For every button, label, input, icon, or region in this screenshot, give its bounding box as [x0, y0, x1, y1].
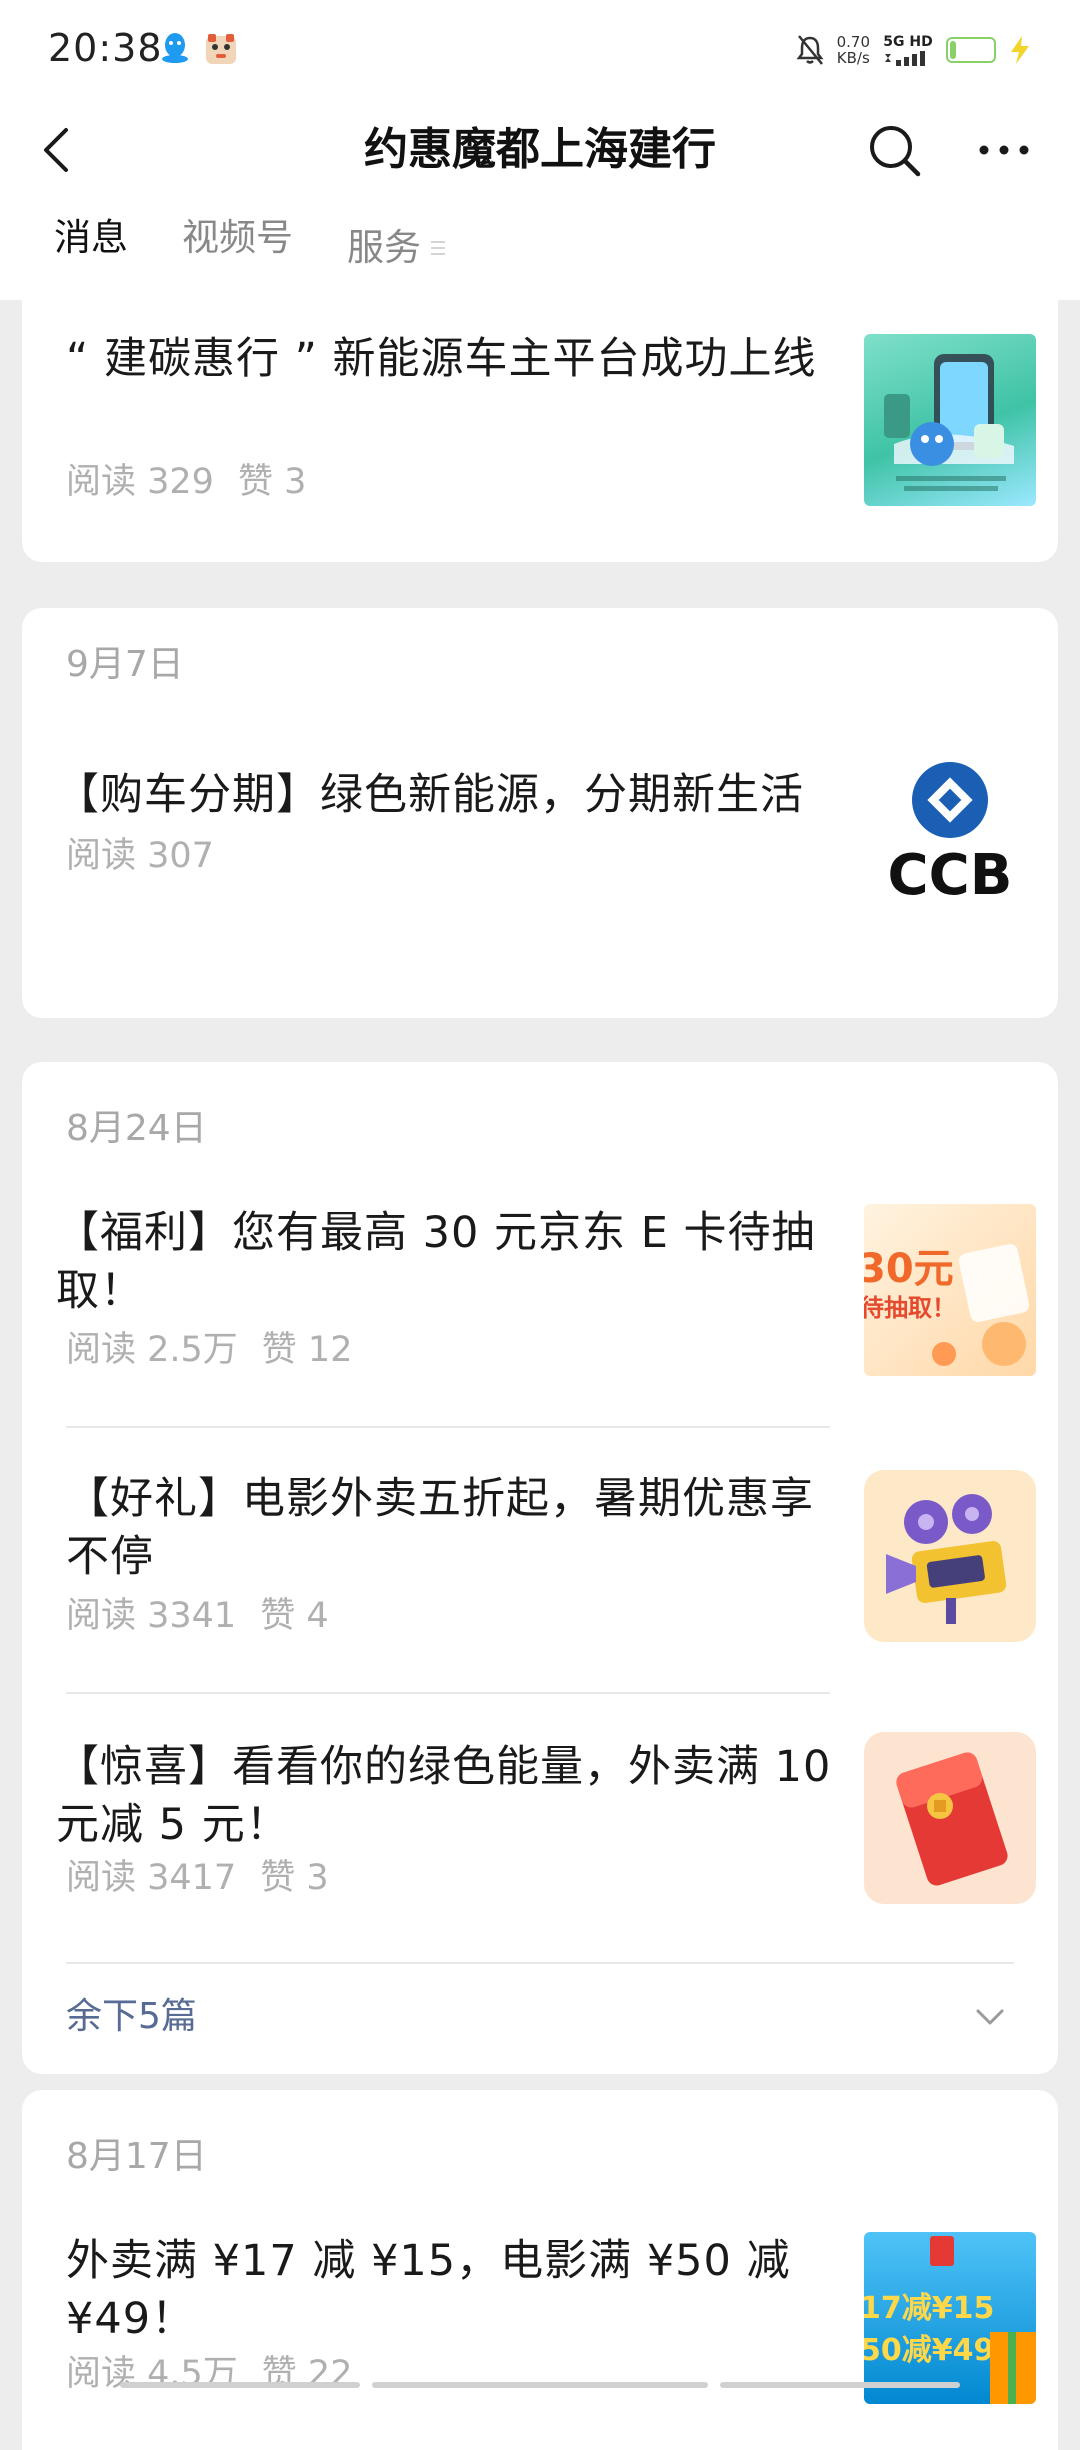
article-item[interactable]: 【好礼】电影外卖五折起，暑期优惠享不停 阅读 3341 赞 4 — [66, 1470, 1058, 1660]
green-car-thumb — [864, 334, 1036, 506]
tab-services-label: 服务 — [347, 226, 421, 269]
net-speed-value: 0.70 — [836, 33, 870, 51]
battery-icon: 14 — [946, 37, 996, 63]
article-card: “ 建碳惠行 ” 新能源车主平台成功上线 阅读 329 赞 3 — [22, 270, 1058, 562]
app-icon — [206, 34, 236, 64]
read-count: 阅读 2.5万 — [66, 1330, 238, 1370]
divider — [66, 1692, 830, 1694]
jd-card-thumb: 30元 待抽取！ — [864, 1204, 1036, 1376]
article-title: 【惊喜】看看你的绿色能量，外卖满 10 元减 5 元！ — [56, 1742, 832, 1850]
net-speed-unit: KB/s — [836, 49, 870, 67]
like-count: 赞 3 — [260, 1858, 329, 1898]
article-meta: 阅读 3341 赞 4 — [66, 1592, 353, 1640]
scroll-indicator — [120, 2382, 360, 2388]
divider — [66, 1426, 830, 1428]
article-meta: 阅读 4.5万赞 22 — [66, 2350, 376, 2398]
card-date: 9月7日 — [66, 644, 184, 685]
search-icon[interactable] — [866, 122, 922, 178]
ccb-logo-text: CCB — [888, 843, 1013, 908]
article-item[interactable]: 外卖满 ¥17 减 ¥15，电影满 ¥50 减 ¥49！ 阅读 4.5万赞 22… — [66, 2232, 1058, 2432]
like-count: 赞 22 — [261, 2354, 353, 2394]
net-speed: 0.70 KB/s — [837, 34, 870, 66]
article-title: 外卖满 ¥17 减 ¥15，电影满 ¥50 减 ¥49！ — [66, 2236, 791, 2344]
coupon-thumb-line-2: 50减¥49 — [864, 2333, 994, 2368]
like-count: 赞 3 — [237, 462, 307, 502]
chevron-down-icon — [976, 2009, 1004, 2025]
article-card: 9月7日 【购车分期】绿色新能源，分期新生活 阅读 307 CCB — [22, 608, 1058, 1018]
jd-thumb-caption: 待抽取！ — [864, 1294, 956, 1322]
read-count: 阅读 4.5万 — [66, 2354, 238, 2394]
read-count: 阅读 3417 — [66, 1858, 237, 1898]
coupon-thumb-line-1: 17减¥15 — [864, 2291, 994, 2326]
qq-icon — [162, 33, 188, 63]
like-count: 赞 12 — [261, 1330, 353, 1370]
projector-thumb — [864, 1470, 1036, 1642]
article-title: 【好礼】电影外卖五折起，暑期优惠享不停 — [66, 1474, 814, 1582]
card-date: 8月17日 — [66, 2136, 207, 2177]
signal-icon: 5G HD — [882, 33, 934, 66]
mute-bell-icon — [796, 35, 824, 65]
more-options-icon[interactable] — [976, 130, 1032, 170]
status-icons: 0.70 KB/s 5G HD 14 — [795, 30, 1032, 70]
article-meta: 阅读 2.5万赞 12 — [66, 1326, 376, 1374]
scroll-indicator — [720, 2382, 960, 2388]
divider — [66, 1962, 1014, 1964]
read-count: 阅读 3341 — [66, 1596, 237, 1636]
article-title: 【福利】您有最高 30 元京东 E 卡待抽取！ — [56, 1208, 816, 1316]
coupon-thumb: 17减¥15 50减¥49 — [864, 2232, 1036, 2404]
like-count: 赞 4 — [260, 1596, 329, 1636]
jd-thumb-amount: 30元 — [864, 1246, 954, 1292]
signal-label: 5G HD — [883, 33, 933, 50]
ccb-logo-thumb: CCB — [864, 746, 1036, 918]
article-card: 8月17日 外卖满 ¥17 减 ¥15，电影满 ¥50 减 ¥49！ 阅读 4.… — [22, 2090, 1058, 2450]
article-item[interactable]: 【福利】您有最高 30 元京东 E 卡待抽取！ 阅读 2.5万赞 12 30元 … — [56, 1204, 1058, 1394]
article-meta: 阅读 307 — [66, 832, 238, 880]
article-meta: 阅读 3417 赞 3 — [66, 1854, 353, 1902]
article-card: 8月24日 【福利】您有最高 30 元京东 E 卡待抽取！ 阅读 2.5万赞 1… — [22, 1062, 1058, 2074]
article-item[interactable]: “ 建碳惠行 ” 新能源车主平台成功上线 阅读 329 赞 3 — [66, 330, 1058, 540]
show-more-label: 余下5篇 — [66, 1996, 197, 2037]
tab-channels-label: 视频号 — [182, 216, 293, 259]
status-bar: 20:38 0.70 KB/s 5G HD 14 — [0, 0, 1080, 100]
scroll-indicator — [372, 2382, 708, 2388]
article-item[interactable]: 【惊喜】看看你的绿色能量，外卖满 10 元减 5 元！ 阅读 3417 赞 3 — [56, 1732, 1058, 1928]
article-title: 【购车分期】绿色新能源，分期新生活 — [56, 770, 804, 820]
tab-messages-label: 消息 — [54, 216, 128, 259]
card-date: 8月24日 — [66, 1108, 207, 1149]
menu-lines-icon — [431, 241, 445, 255]
battery-level: 14 — [959, 40, 983, 60]
show-more-row[interactable]: 余下5篇 — [66, 1972, 1014, 2062]
charging-bolt-icon — [1011, 36, 1029, 64]
read-count: 阅读 307 — [66, 836, 214, 876]
article-item[interactable]: 【购车分期】绿色新能源，分期新生活 阅读 307 CCB — [56, 746, 1058, 990]
status-time: 20:38 — [48, 26, 163, 70]
article-meta: 阅读 329 赞 3 — [66, 458, 330, 506]
article-title: “ 建碳惠行 ” 新能源车主平台成功上线 — [66, 334, 817, 384]
red-envelope-thumb — [864, 1732, 1036, 1904]
read-count: 阅读 329 — [66, 462, 214, 502]
